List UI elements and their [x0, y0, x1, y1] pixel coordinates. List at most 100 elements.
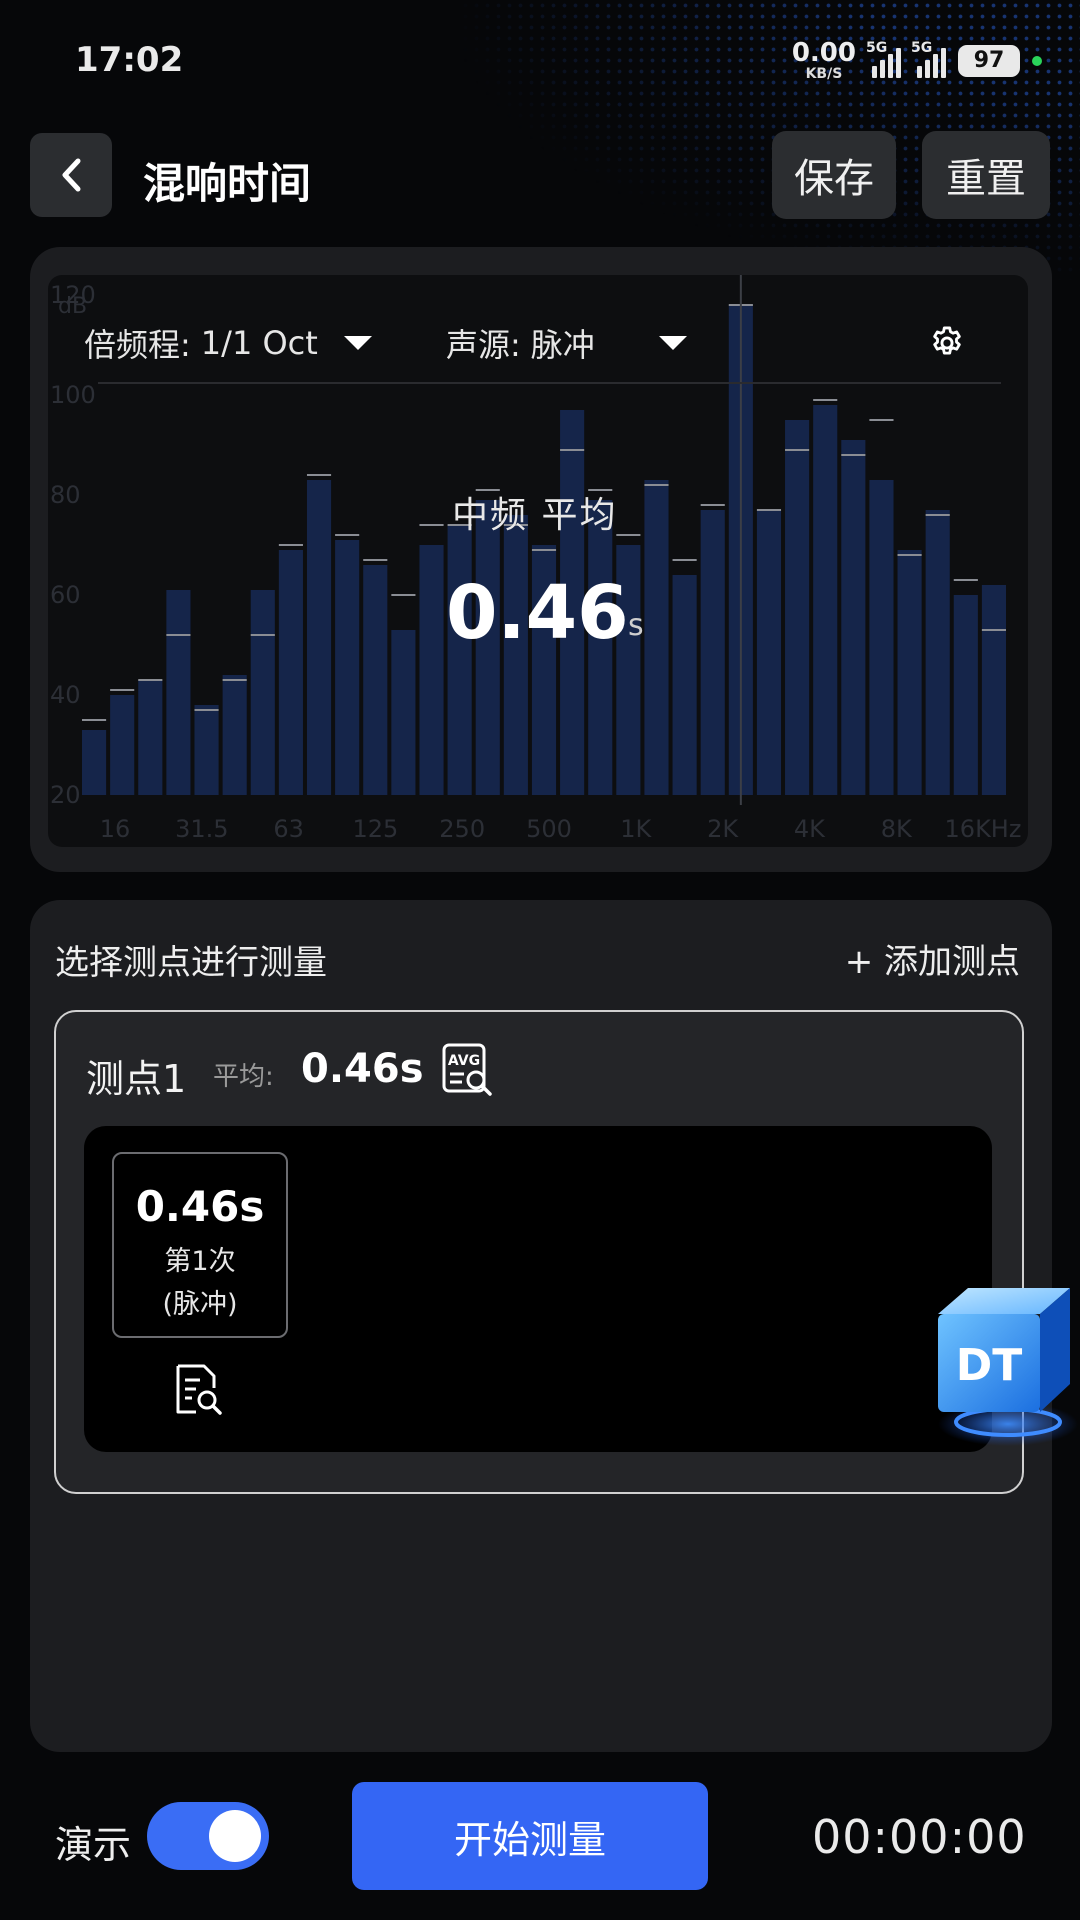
- peak-marker: [419, 524, 444, 526]
- spectrum-bar: [110, 695, 135, 795]
- spectrum-bar: [278, 550, 303, 795]
- x-tick-label: 1K: [620, 815, 652, 843]
- measure-section-title: 选择测点进行测量: [55, 943, 327, 983]
- spectrum-bar: [981, 585, 1006, 795]
- start-measure-button[interactable]: 开始测量: [352, 1782, 708, 1890]
- x-tick-label: 8K: [881, 815, 913, 843]
- peak-marker: [250, 634, 275, 636]
- dropdown-arrow-icon: [658, 336, 687, 350]
- x-tick-label: 250: [439, 815, 485, 843]
- peak-marker: [194, 709, 219, 711]
- x-tick-label: 16: [100, 815, 131, 843]
- record-tile[interactable]: 0.46s 第1次 (脉冲): [112, 1152, 288, 1338]
- spectrum-bar: [841, 440, 866, 795]
- spectrum-bar: [447, 525, 472, 795]
- peak-marker: [756, 509, 782, 511]
- source-label: 声源:: [446, 326, 521, 364]
- spectrum-bar: [166, 590, 191, 795]
- add-point-button[interactable]: + 添加测点: [845, 934, 1020, 983]
- x-tick-label: 125: [352, 815, 398, 843]
- spectrum-bar: [222, 675, 247, 795]
- spectrum-bar: [194, 705, 219, 795]
- peak-marker: [391, 594, 416, 596]
- point-avg-label: 平均:: [213, 1062, 274, 1092]
- peak-marker: [335, 534, 360, 536]
- status-icons: 0.00 KB/S 5G 5G 97: [792, 40, 1042, 81]
- back-button[interactable]: [30, 133, 112, 217]
- avg-icon-text: AVG: [448, 1053, 480, 1069]
- peak-marker: [222, 679, 247, 681]
- spectrum-bar: [925, 510, 950, 795]
- spectrum-bar: [897, 550, 922, 795]
- source-selector[interactable]: 声源: 脉冲: [446, 320, 687, 366]
- mid-freq-average-value: 0.46: [446, 570, 629, 656]
- avg-search-icon[interactable]: AVG: [440, 1042, 496, 1098]
- spectrum-bar: [785, 420, 810, 795]
- y-tick-label: 100: [50, 381, 96, 409]
- peak-marker: [813, 399, 838, 401]
- toggle-knob: [209, 1810, 261, 1862]
- peak-marker: [953, 579, 978, 581]
- record-source: (脉冲): [162, 1289, 238, 1320]
- spectrum-bar: [756, 510, 782, 795]
- spectrum-bar: [869, 480, 894, 795]
- demo-label: 演示: [55, 1823, 132, 1867]
- x-tick-label: 16KHz: [945, 815, 1022, 843]
- spectrum-bar: [700, 510, 725, 795]
- peak-marker: [363, 559, 388, 561]
- peak-marker: [560, 449, 585, 451]
- dropdown-arrow-icon: [343, 336, 372, 350]
- dt-cube-logo[interactable]: DT: [920, 1272, 1080, 1452]
- spectrum-bar: [363, 565, 388, 795]
- x-tick-label: 2K: [707, 815, 739, 843]
- peak-marker: [672, 559, 697, 561]
- y-tick-label: 20: [50, 781, 81, 809]
- spectrum-bar: [250, 590, 275, 795]
- battery-icon: 97: [958, 44, 1020, 77]
- demo-toggle[interactable]: [147, 1802, 269, 1870]
- network-speed-value: 0.00: [791, 38, 856, 68]
- peak-marker: [531, 549, 557, 551]
- band-selector[interactable]: 倍频程: 1/1 Oct: [84, 320, 372, 366]
- record-count: 第1次: [164, 1246, 236, 1277]
- spectrum-bar: [672, 575, 697, 795]
- y-tick-label: 80: [50, 481, 81, 509]
- peak-marker: [869, 419, 894, 421]
- spectrum-bar: [813, 405, 838, 795]
- report-search-icon[interactable]: [170, 1362, 226, 1418]
- point-avg-value: 0.46s: [301, 1046, 424, 1092]
- charging-dot: [1032, 55, 1042, 66]
- page-title: 混响时间: [143, 159, 312, 208]
- reset-button[interactable]: 重置: [922, 131, 1050, 219]
- spectrum-bar: [953, 595, 978, 795]
- x-tick-label: 4K: [794, 815, 826, 843]
- peak-marker: [785, 449, 810, 451]
- chevron-left-icon: [62, 158, 81, 192]
- x-tick-label: 31.5: [175, 815, 228, 843]
- logo-text: DT: [956, 1340, 1023, 1391]
- peak-marker: [278, 544, 303, 546]
- save-button[interactable]: 保存: [772, 131, 896, 219]
- peak-marker: [138, 679, 163, 681]
- network-speed-unit: KB/S: [805, 66, 843, 82]
- peak-marker: [925, 514, 950, 516]
- controls-divider: [98, 382, 1001, 384]
- band-label: 倍频程:: [84, 326, 191, 364]
- gear-icon[interactable]: [928, 324, 966, 362]
- peak-marker: [616, 534, 641, 536]
- spectrum-bar: [306, 480, 332, 795]
- spectrum-bar: [138, 680, 163, 795]
- spectrum-bar: [82, 730, 107, 795]
- peak-marker: [166, 634, 191, 636]
- spectrum-bar: [644, 480, 669, 795]
- y-tick-label: 60: [50, 581, 81, 609]
- mid-freq-average-label: 中频 平均: [452, 495, 618, 536]
- sim1-tag: 5G: [866, 39, 888, 56]
- peak-marker: [306, 474, 332, 476]
- peak-marker: [897, 554, 922, 556]
- network-speed: 0.00 KB/S: [792, 40, 856, 81]
- signal-icon-sim2: 5G: [911, 40, 946, 78]
- peak-marker: [841, 454, 866, 456]
- x-tick-label: 63: [273, 815, 304, 843]
- spectrum-bar: [391, 630, 416, 795]
